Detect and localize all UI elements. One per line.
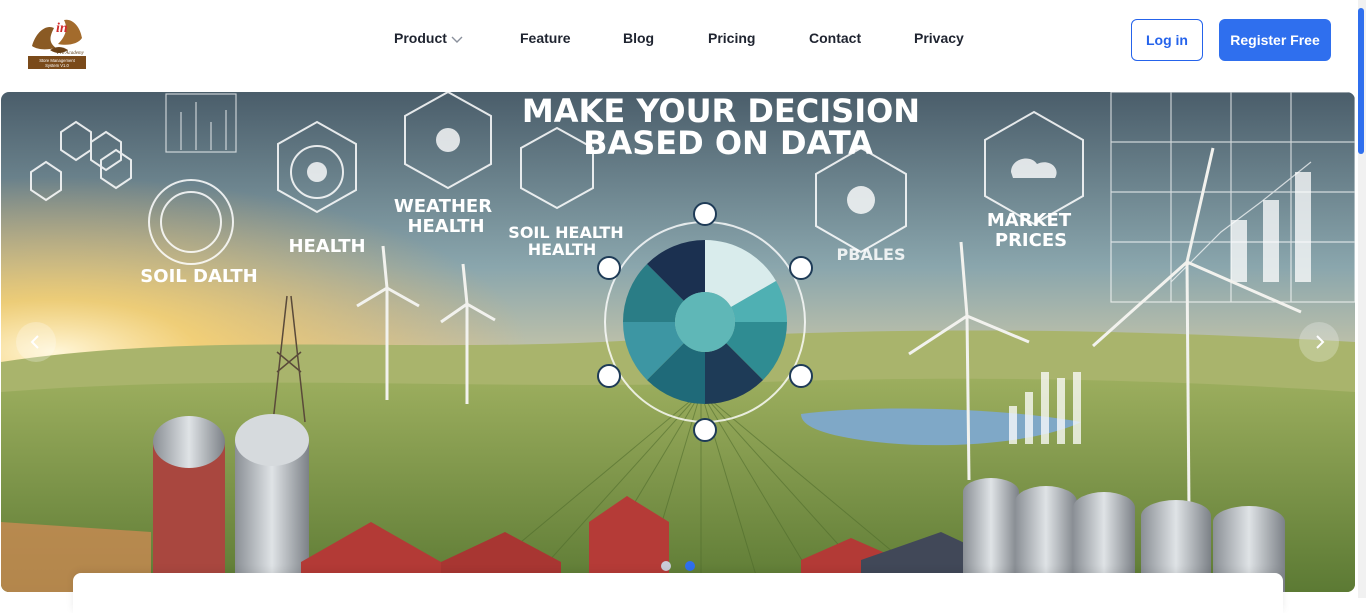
register-button[interactable]: Register Free [1219,19,1331,61]
nav-item-contact[interactable]: Contact [809,30,861,46]
site-header: in Pro Academy Store Management System V… [0,0,1366,86]
svg-text:PBALES: PBALES [837,245,906,264]
svg-text:PRICES: PRICES [995,230,1067,251]
carousel-next-button[interactable] [1299,322,1339,362]
nav-item-privacy[interactable]: Privacy [914,30,964,46]
nav-item-label: Product [394,30,447,46]
svg-text:HEALTH: HEALTH [288,236,365,257]
svg-text:MARKET: MARKET [987,210,1072,231]
svg-text:SOIL DALTH: SOIL DALTH [140,266,257,287]
carousel-prev-button[interactable] [16,322,56,362]
svg-text:Pro Academy: Pro Academy [56,51,85,56]
nav-item-product[interactable]: Product [394,30,463,47]
svg-text:HEALTH: HEALTH [407,216,484,237]
hero-banner: MAKE YOUR DECISION BASED ON DATA SOIL DA… [1,92,1355,592]
svg-text:HEALTH: HEALTH [528,240,597,259]
svg-text:System V1.0: System V1.0 [45,63,69,68]
hero-illustration: MAKE YOUR DECISION BASED ON DATA SOIL DA… [1,92,1355,592]
nav-item-pricing[interactable]: Pricing [708,30,755,46]
svg-text:WEATHER: WEATHER [394,196,492,217]
nav-item-feature[interactable]: Feature [520,30,571,46]
carousel-dot-1[interactable] [661,561,671,571]
nav-item-blog[interactable]: Blog [623,30,654,46]
scrollbar-thumb[interactable] [1358,8,1364,154]
svg-text:BASED ON DATA: BASED ON DATA [583,124,873,162]
chevron-down-icon [451,31,463,47]
content-card [73,573,1283,613]
login-button[interactable]: Log in [1131,19,1203,61]
chevron-left-icon [30,335,39,349]
carousel-dot-2[interactable] [685,561,695,571]
chevron-right-icon [1316,335,1325,349]
